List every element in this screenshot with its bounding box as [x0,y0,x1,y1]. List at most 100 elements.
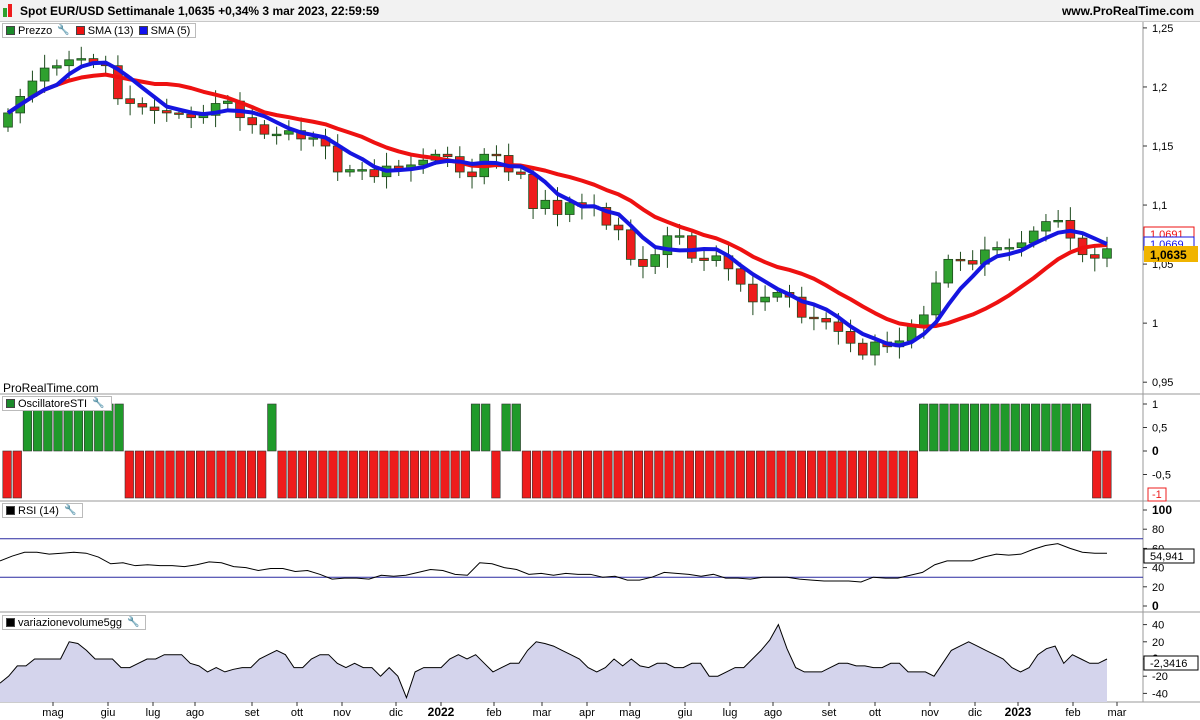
price-ytick-label: 0,95 [1152,377,1173,389]
xaxis-tick-label: set [245,707,260,719]
rsi-ytick-label: 20 [1152,582,1164,594]
sti-bar [521,450,532,499]
xaxis-tick-label: feb [1065,707,1080,719]
price-candle [760,296,770,303]
sti-bar [1061,403,1071,452]
sti-bar [644,450,654,499]
sti-bar [308,450,318,499]
sti-bar [470,403,481,452]
sti-bar [582,450,593,499]
sti-bar [1102,450,1112,499]
sti-bar [623,450,633,499]
price-candle [687,235,697,259]
price-candle [735,268,746,285]
sti-bar [633,450,644,499]
price-candle [528,173,538,209]
sti-bar [420,450,430,499]
xaxis-tick-label: 2022 [428,705,455,719]
rsi-ytick-label: 0 [1152,599,1159,613]
sti-bar [460,450,470,499]
rsi-wrench-icon[interactable]: 🔧 [64,505,76,516]
price-candle [76,58,87,61]
xaxis-tick-label: giu [101,707,116,719]
sti-bar [185,450,195,499]
price-candle [345,169,355,173]
sti-bar [94,403,104,452]
price-candle [137,103,148,108]
xaxis-tick-label: nov [921,707,939,719]
sti-legend[interactable]: OscillatoreSTI 🔧 [2,396,112,411]
sti-bar [888,450,898,499]
price-candle [1053,219,1063,223]
sti-bar [63,403,73,452]
xaxis-tick-label: mar [533,707,552,719]
sti-bar [572,450,582,499]
sti-bar [532,450,542,499]
vol-area-fill [0,624,1107,702]
price-candle [369,169,380,178]
settings-wrench-icon[interactable]: 🔧 [57,25,69,36]
sti-bar [1020,403,1031,452]
price-candle [442,153,453,158]
price-swatch [6,26,15,35]
price-candle [955,258,966,262]
sti-bar [705,450,715,499]
xaxis-tick-label: mag [619,707,640,719]
sma5-swatch [138,26,148,35]
sti-bar [450,450,460,499]
sti-bar [908,450,919,499]
price-candle [662,235,673,256]
sti-bar [990,403,1000,452]
sti-bar [562,450,572,499]
sti-bar [939,403,949,452]
sti-bar [694,450,705,499]
sti-bar [552,450,562,499]
xaxis-tick-label: set [822,707,837,719]
xaxis-tick-label: lug [146,707,161,719]
sti-bar [745,450,756,499]
sma13-legend-label: SMA (13) [87,24,134,37]
sti-bar [257,450,267,499]
sti-bar [857,450,868,499]
sti-bar [674,450,684,499]
price-candle [223,100,233,104]
xaxis-tick-label: ott [869,707,881,719]
sti-bar [817,450,827,499]
sti-bar [1031,403,1041,452]
sti-bar [1081,403,1092,452]
price-candle [125,98,135,104]
price-candle [64,59,74,67]
rsi-legend[interactable]: RSI (14) 🔧 [2,503,84,518]
sti-legend-label: OscillatoreSTI [18,397,88,410]
price-candle [52,65,62,69]
price-candle [247,117,258,126]
sti-ytick-label: -0,5 [1152,470,1171,482]
price-candle [650,254,660,267]
price-candle [540,199,551,209]
sti-bar [277,450,287,499]
xaxis-tick-label: ago [186,707,204,719]
price-last-label: 1,0635 [1150,248,1187,262]
sti-bar [409,450,420,499]
sti-bar [226,450,236,499]
xaxis-tick-label: lug [723,707,738,719]
xaxis-tick-label: dic [389,707,404,719]
vol-wrench-icon[interactable]: 🔧 [127,617,139,628]
sti-ytick-label: 0 [1152,444,1159,458]
sti-bar [73,403,83,452]
sti-wrench-icon[interactable]: 🔧 [92,398,104,409]
sti-bar [358,450,369,499]
chart-canvas[interactable]: 1,251,21,151,11,0510,951,06911,06691,063… [0,0,1200,720]
xaxis-tick-label: giu [678,707,693,719]
price-legend[interactable]: Prezzo 🔧 SMA (13) SMA (5) [2,23,197,38]
sti-bar [369,450,379,499]
vol-legend[interactable]: variazionevolume5gg 🔧 [2,615,147,630]
xaxis-tick-label: dic [968,707,983,719]
sti-bar [847,450,857,499]
sti-bar [725,450,735,499]
price-candle [638,258,648,267]
sti-bar [929,403,939,452]
sti-bar [1010,403,1020,452]
price-ytick-label: 1,1 [1152,200,1167,212]
sti-bar [134,450,145,499]
